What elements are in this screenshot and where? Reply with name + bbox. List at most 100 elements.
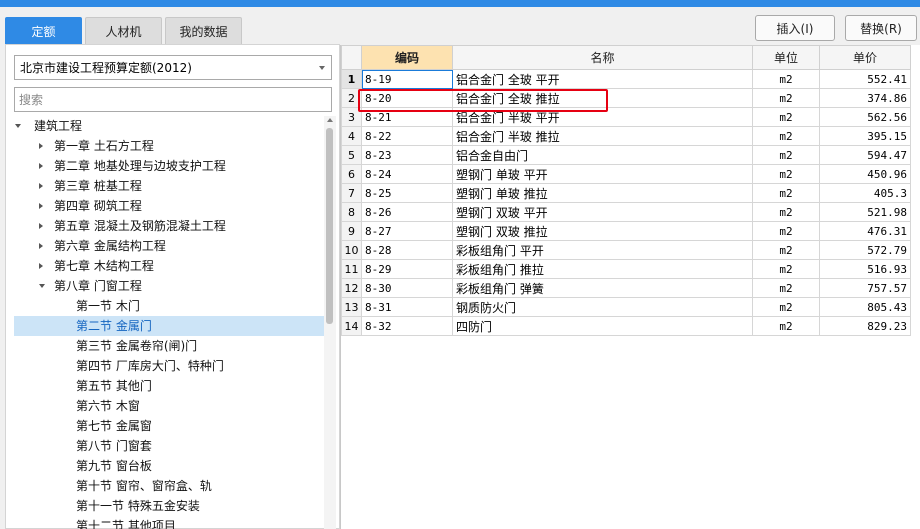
expand-arrow-icon[interactable] bbox=[39, 163, 43, 169]
cell-code[interactable]: 8-25 bbox=[361, 183, 453, 203]
cell-code[interactable]: 8-30 bbox=[361, 278, 453, 298]
tree-node[interactable]: 第一节 木门 bbox=[14, 296, 324, 316]
cell-name[interactable]: 塑钢门 双玻 推拉 bbox=[452, 221, 753, 241]
cell-code[interactable]: 8-24 bbox=[361, 164, 453, 184]
tree-node[interactable]: 第三章 桩基工程 bbox=[14, 176, 324, 196]
cell-code[interactable]: 8-21 bbox=[361, 107, 453, 127]
table-row[interactable]: 10 8-28 彩板组角门 平开 m2 572.79 bbox=[341, 240, 911, 260]
tree-node[interactable]: 第九节 窗台板 bbox=[14, 456, 324, 476]
tree-scrollbar[interactable] bbox=[324, 116, 336, 529]
cell-code[interactable]: 8-26 bbox=[361, 202, 453, 222]
cell-unit[interactable]: m2 bbox=[752, 164, 820, 184]
cell-unit[interactable]: m2 bbox=[752, 240, 820, 260]
expand-arrow-icon[interactable] bbox=[39, 183, 43, 189]
tree-node[interactable]: 第一章 土石方工程 bbox=[14, 136, 324, 156]
tab-labor-material-machine[interactable]: 人材机 bbox=[85, 17, 162, 44]
cell-name[interactable]: 彩板组角门 推拉 bbox=[452, 259, 753, 279]
cell-price[interactable]: 405.3 bbox=[819, 183, 911, 203]
collapse-arrow-icon[interactable] bbox=[15, 124, 21, 128]
table-row[interactable]: 13 8-31 钢质防火门 m2 805.43 bbox=[341, 297, 911, 317]
cell-price[interactable]: 562.56 bbox=[819, 107, 911, 127]
cell-price[interactable]: 572.79 bbox=[819, 240, 911, 260]
quota-library-select[interactable]: 北京市建设工程预算定额(2012) bbox=[14, 55, 332, 80]
scrollbar-thumb[interactable] bbox=[326, 128, 333, 324]
tree-node[interactable]: 第六章 金属结构工程 bbox=[14, 236, 324, 256]
cell-code[interactable]: 8-20 bbox=[361, 88, 453, 108]
search-input[interactable] bbox=[14, 87, 332, 112]
cell-unit[interactable]: m2 bbox=[752, 107, 820, 127]
scroll-up-icon[interactable] bbox=[327, 118, 333, 122]
replace-button[interactable]: 替换(R) bbox=[845, 15, 917, 41]
cell-name[interactable]: 铝合金门 全玻 推拉 bbox=[452, 88, 753, 108]
tree-node[interactable]: 第四章 砌筑工程 bbox=[14, 196, 324, 216]
tree-node[interactable]: 第二章 地基处理与边坡支护工程 bbox=[14, 156, 324, 176]
cell-name[interactable]: 钢质防火门 bbox=[452, 297, 753, 317]
tree-node[interactable]: 第八节 门窗套 bbox=[14, 436, 324, 456]
cell-name[interactable]: 铝合金门 全玻 平开 bbox=[452, 69, 753, 89]
table-row[interactable]: 11 8-29 彩板组角门 推拉 m2 516.93 bbox=[341, 259, 911, 279]
cell-unit[interactable]: m2 bbox=[752, 202, 820, 222]
cell-price[interactable]: 395.15 bbox=[819, 126, 911, 146]
table-row[interactable]: 6 8-24 塑钢门 单玻 平开 m2 450.96 bbox=[341, 164, 911, 184]
expand-arrow-icon[interactable] bbox=[39, 223, 43, 229]
table-row[interactable]: 9 8-27 塑钢门 双玻 推拉 m2 476.31 bbox=[341, 221, 911, 241]
cell-code[interactable]: 8-19 bbox=[361, 69, 453, 89]
table-row[interactable]: 1 8-19 铝合金门 全玻 平开 m2 552.41 bbox=[341, 69, 911, 89]
table-row[interactable]: 7 8-25 塑钢门 单玻 推拉 m2 405.3 bbox=[341, 183, 911, 203]
cell-unit[interactable]: m2 bbox=[752, 221, 820, 241]
tree-node[interactable]: 第七章 木结构工程 bbox=[14, 256, 324, 276]
tree-node[interactable]: 第六节 木窗 bbox=[14, 396, 324, 416]
header-name[interactable]: 名称 bbox=[452, 45, 753, 70]
tree-node[interactable]: 第五节 其他门 bbox=[14, 376, 324, 396]
tab-quota[interactable]: 定额 bbox=[5, 17, 82, 44]
header-code[interactable]: 编码 bbox=[361, 45, 453, 70]
cell-unit[interactable]: m2 bbox=[752, 297, 820, 317]
tree-node[interactable]: 建筑工程 bbox=[14, 116, 324, 136]
tree-node[interactable]: 第五章 混凝土及钢筋混凝土工程 bbox=[14, 216, 324, 236]
cell-name[interactable]: 塑钢门 单玻 平开 bbox=[452, 164, 753, 184]
tree-node[interactable]: 第二节 金属门 bbox=[14, 316, 324, 336]
cell-price[interactable]: 805.43 bbox=[819, 297, 911, 317]
cell-price[interactable]: 594.47 bbox=[819, 145, 911, 165]
cell-unit[interactable]: m2 bbox=[752, 145, 820, 165]
table-row[interactable]: 5 8-23 铝合金自由门 m2 594.47 bbox=[341, 145, 911, 165]
cell-code[interactable]: 8-27 bbox=[361, 221, 453, 241]
cell-unit[interactable]: m2 bbox=[752, 278, 820, 298]
cell-name[interactable]: 塑钢门 双玻 平开 bbox=[452, 202, 753, 222]
tree-node[interactable]: 第七节 金属窗 bbox=[14, 416, 324, 436]
cell-name[interactable]: 铝合金自由门 bbox=[452, 145, 753, 165]
cell-name[interactable]: 彩板组角门 弹簧 bbox=[452, 278, 753, 298]
cell-name[interactable]: 铝合金门 半玻 平开 bbox=[452, 107, 753, 127]
tree-node[interactable]: 第十节 窗帘、窗帘盒、轨 bbox=[14, 476, 324, 496]
cell-code[interactable]: 8-23 bbox=[361, 145, 453, 165]
cell-name[interactable]: 铝合金门 半玻 推拉 bbox=[452, 126, 753, 146]
cell-price[interactable]: 516.93 bbox=[819, 259, 911, 279]
cell-code[interactable]: 8-29 bbox=[361, 259, 453, 279]
cell-name[interactable]: 塑钢门 单玻 推拉 bbox=[452, 183, 753, 203]
cell-unit[interactable]: m2 bbox=[752, 88, 820, 108]
table-row[interactable]: 14 8-32 四防门 m2 829.23 bbox=[341, 316, 911, 336]
expand-arrow-icon[interactable] bbox=[39, 203, 43, 209]
cell-code[interactable]: 8-32 bbox=[361, 316, 453, 336]
table-row[interactable]: 12 8-30 彩板组角门 弹簧 m2 757.57 bbox=[341, 278, 911, 298]
cell-price[interactable]: 374.86 bbox=[819, 88, 911, 108]
tree-node[interactable]: 第四节 厂库房大门、特种门 bbox=[14, 356, 324, 376]
tree-node[interactable]: 第八章 门窗工程 bbox=[14, 276, 324, 296]
header-unit[interactable]: 单位 bbox=[752, 45, 820, 70]
expand-arrow-icon[interactable] bbox=[39, 243, 43, 249]
tree-node[interactable]: 第三节 金属卷帘(闸)门 bbox=[14, 336, 324, 356]
tree-node[interactable]: 第十二节 其他项目 bbox=[14, 516, 324, 529]
cell-price[interactable]: 757.57 bbox=[819, 278, 911, 298]
tree-node[interactable]: 第十一节 特殊五金安装 bbox=[14, 496, 324, 516]
cell-unit[interactable]: m2 bbox=[752, 316, 820, 336]
cell-price[interactable]: 476.31 bbox=[819, 221, 911, 241]
cell-code[interactable]: 8-22 bbox=[361, 126, 453, 146]
expand-arrow-icon[interactable] bbox=[39, 263, 43, 269]
insert-button[interactable]: 插入(I) bbox=[755, 15, 835, 41]
collapse-arrow-icon[interactable] bbox=[39, 284, 45, 288]
cell-price[interactable]: 521.98 bbox=[819, 202, 911, 222]
cell-price[interactable]: 450.96 bbox=[819, 164, 911, 184]
table-row[interactable]: 3 8-21 铝合金门 半玻 平开 m2 562.56 bbox=[341, 107, 911, 127]
cell-unit[interactable]: m2 bbox=[752, 69, 820, 89]
cell-price[interactable]: 552.41 bbox=[819, 69, 911, 89]
